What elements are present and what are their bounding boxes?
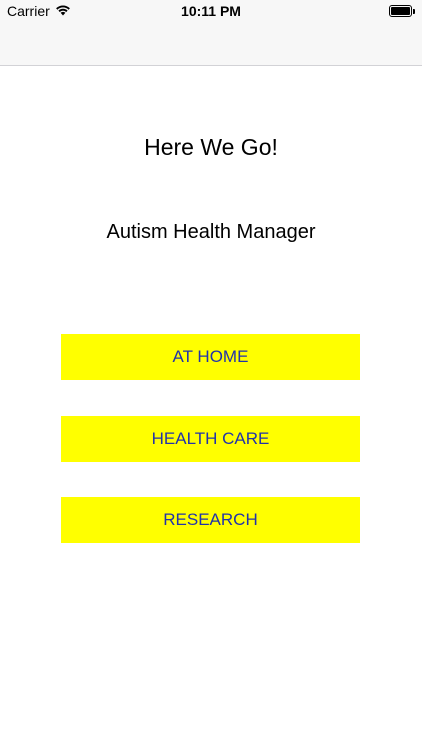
app-subtitle: Autism Health Manager [106, 221, 316, 243]
status-bar: Carrier 10:11 PM [0, 0, 422, 22]
battery-fill [391, 7, 410, 15]
battery-tip [413, 8, 415, 14]
health-care-button[interactable]: HEALTH CARE [61, 416, 360, 462]
at-home-button[interactable]: AT HOME [61, 334, 360, 380]
page-headline: Here We Go! [144, 134, 278, 160]
battery-icon [389, 5, 415, 17]
app-screen: Carrier 10:11 PM Here We Go! Autism Heal… [0, 0, 422, 750]
status-time: 10:11 PM [181, 3, 241, 19]
battery-body [389, 5, 412, 17]
research-button[interactable]: RESEARCH [61, 497, 360, 543]
navigation-bar [0, 22, 422, 66]
